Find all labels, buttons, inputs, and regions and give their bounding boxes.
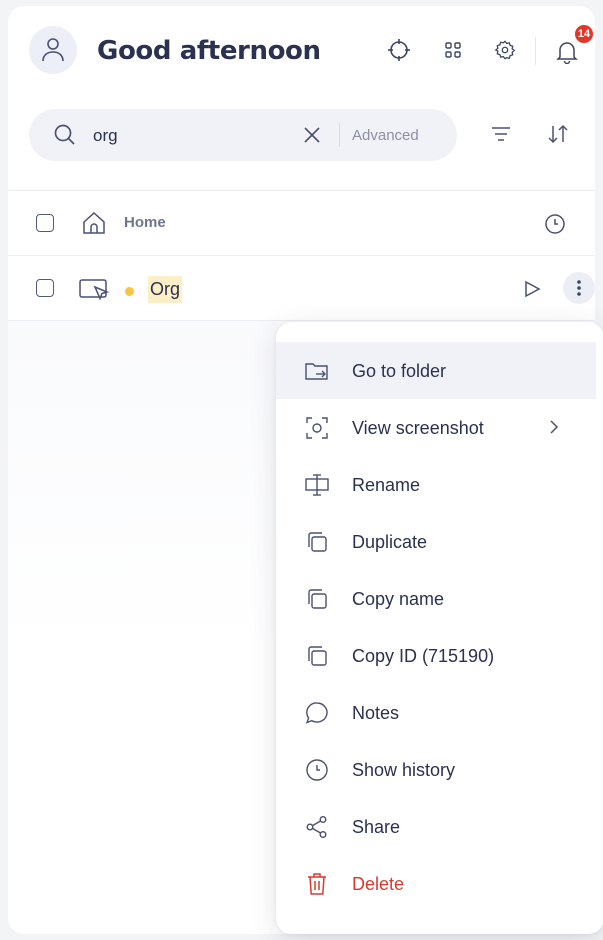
share-icon	[304, 814, 330, 840]
greeting-title: Good afternoon	[97, 36, 321, 66]
search-bar[interactable]: org Advanced	[29, 109, 457, 161]
menu-item-label: Delete	[352, 874, 405, 894]
flow-icon	[79, 279, 110, 301]
target-button[interactable]	[387, 38, 411, 62]
grid-icon	[445, 42, 461, 58]
menu-item-label: Rename	[352, 475, 421, 495]
menu-item-label: Share	[352, 817, 401, 837]
settings-button[interactable]	[493, 38, 517, 62]
menu-item-label: View screenshot	[352, 418, 484, 438]
bell-icon	[556, 42, 578, 64]
crosshair-icon	[388, 39, 410, 61]
sort-icon[interactable]	[546, 123, 570, 145]
search-input[interactable]: org	[93, 126, 118, 146]
menu-item-label: Notes	[352, 703, 400, 723]
advanced-search-link[interactable]: Advanced	[352, 127, 419, 144]
home-label: Home	[124, 214, 166, 231]
status-dot	[125, 287, 134, 296]
org-checkbox[interactable]	[36, 279, 54, 297]
menu-item-share[interactable]: Share	[276, 798, 596, 855]
menu-item-copy-name[interactable]: Copy name	[276, 570, 596, 627]
copy-icon	[304, 643, 330, 669]
filter-icon[interactable]	[490, 123, 512, 145]
sidebar-panel: Good afternoon 14 org Advanced Home Org …	[8, 6, 603, 934]
more-options-button[interactable]	[563, 272, 595, 304]
folder-arrow-icon	[304, 358, 330, 384]
menu-item-rename[interactable]: Rename	[276, 456, 596, 513]
gear-icon	[494, 40, 516, 60]
header-divider	[535, 37, 536, 65]
search-divider	[339, 123, 340, 147]
chevron-right-icon	[550, 420, 559, 434]
menu-item-show-history[interactable]: Show history	[276, 741, 596, 798]
notifications-button[interactable]	[555, 40, 579, 64]
menu-item-label: Duplicate	[352, 532, 428, 552]
menu-item-view-screenshot[interactable]: View screenshot	[276, 399, 596, 456]
menu-item-label: Copy name	[352, 589, 445, 609]
menu-item-label: Show history	[352, 760, 456, 780]
clock-icon	[304, 757, 330, 783]
apps-button[interactable]	[441, 38, 465, 62]
menu-item-label: Go to folder	[352, 361, 447, 381]
trash-icon	[304, 871, 330, 897]
search-icon	[54, 124, 75, 145]
menu-item-notes[interactable]: Notes	[276, 684, 596, 741]
menu-item-delete[interactable]: Delete	[276, 855, 596, 912]
menu-item-duplicate[interactable]: Duplicate	[276, 513, 596, 570]
home-icon	[83, 211, 105, 234]
menu-item-go-to-folder[interactable]: Go to folder	[276, 342, 596, 399]
rename-icon	[304, 472, 330, 498]
clear-search-icon[interactable]	[302, 125, 322, 145]
menu-item-copy-id[interactable]: Copy ID (715190)	[276, 627, 596, 684]
context-menu: Go to folder View screenshot Rename Dupl…	[276, 322, 603, 934]
clock-icon[interactable]	[544, 213, 566, 235]
avatar[interactable]	[29, 26, 77, 74]
kebab-menu-icon	[577, 280, 581, 296]
menu-item-label: Copy ID (715190)	[352, 646, 495, 666]
duplicate-icon	[304, 529, 330, 555]
copy-icon	[304, 586, 330, 612]
notification-badge: 14	[573, 23, 595, 45]
home-checkbox[interactable]	[36, 214, 54, 232]
play-icon[interactable]	[522, 279, 542, 299]
user-icon	[42, 38, 64, 62]
org-label: Org	[148, 276, 183, 303]
screenshot-icon	[304, 415, 330, 441]
speech-bubble-icon	[304, 700, 330, 726]
